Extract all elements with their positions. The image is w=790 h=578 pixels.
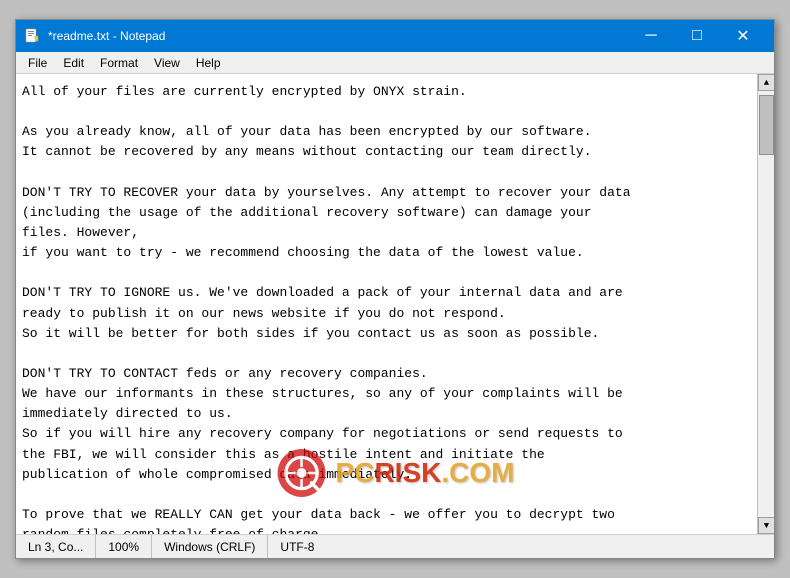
notepad-icon [24, 28, 40, 44]
menu-bar: File Edit Format View Help [16, 52, 774, 74]
zoom-level: 100% [96, 535, 152, 558]
scrollbar-thumb[interactable] [759, 95, 774, 155]
window-controls: ─ □ ✕ [628, 20, 766, 52]
status-bar: Ln 3, Co... 100% Windows (CRLF) UTF-8 [16, 534, 774, 558]
vertical-scrollbar[interactable]: ▲ ▼ [757, 74, 774, 534]
menu-view[interactable]: View [146, 54, 188, 72]
title-bar: *readme.txt - Notepad ─ □ ✕ [16, 20, 774, 52]
minimize-button[interactable]: ─ [628, 20, 674, 52]
window-title: *readme.txt - Notepad [48, 29, 628, 43]
text-editor[interactable]: All of your files are currently encrypte… [16, 74, 757, 534]
notepad-window: *readme.txt - Notepad ─ □ ✕ File Edit Fo… [15, 19, 775, 559]
menu-help[interactable]: Help [188, 54, 229, 72]
line-ending: Windows (CRLF) [152, 535, 268, 558]
encoding: UTF-8 [268, 535, 326, 558]
close-button[interactable]: ✕ [720, 20, 766, 52]
scroll-down-button[interactable]: ▼ [758, 517, 774, 534]
menu-edit[interactable]: Edit [55, 54, 92, 72]
content-area: All of your files are currently encrypte… [16, 74, 774, 534]
scrollbar-track[interactable] [758, 91, 774, 517]
cursor-position: Ln 3, Co... [16, 535, 96, 558]
menu-format[interactable]: Format [92, 54, 146, 72]
menu-file[interactable]: File [20, 54, 55, 72]
scroll-up-button[interactable]: ▲ [758, 74, 774, 91]
maximize-button[interactable]: □ [674, 20, 720, 52]
